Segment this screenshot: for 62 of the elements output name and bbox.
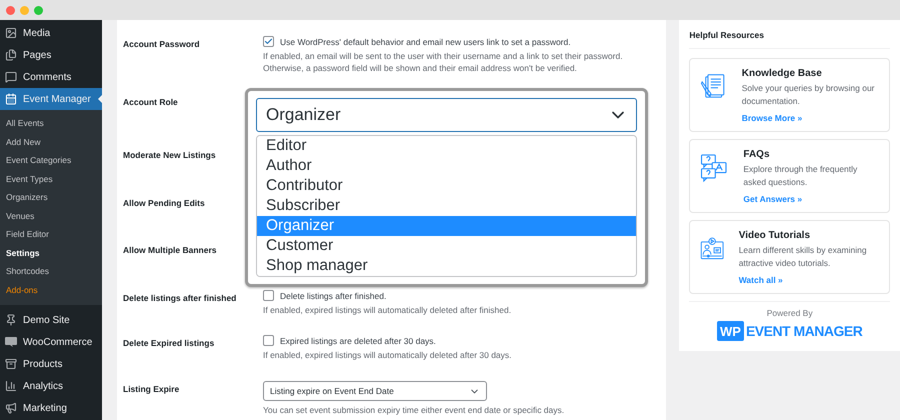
submenu-item[interactable]: Venues bbox=[0, 206, 102, 225]
panel-title: Helpful Resources bbox=[689, 20, 890, 49]
megaphone-icon bbox=[5, 402, 17, 414]
setting-label: Allow Pending Edits bbox=[123, 197, 206, 210]
card-text: Solve your queries by browsing our documentation. bbox=[742, 82, 876, 107]
checkbox[interactable] bbox=[263, 36, 274, 47]
checkbox-label: Delete listings after finished. bbox=[280, 290, 386, 300]
maximize-window-button[interactable] bbox=[34, 6, 43, 14]
powered-by-text: Powered By bbox=[766, 308, 813, 318]
media-icon bbox=[5, 27, 17, 39]
submenu-item[interactable]: Event Types bbox=[0, 170, 102, 188]
expire-select[interactable]: Listing expire on Event End Date bbox=[263, 381, 487, 401]
card-text: Learn different skills by examining attractive video tutorials. bbox=[738, 244, 868, 269]
sidebar-item[interactable]: Event Manager bbox=[0, 88, 102, 110]
sidebar-item[interactable]: WooCommerce bbox=[0, 331, 102, 353]
sidebar-item[interactable]: Products bbox=[0, 353, 102, 375]
checkbox-label: Use WordPress' default behavior and email new users link to set a password. bbox=[280, 36, 571, 46]
setting-description: If enabled, expired listings will automatically deleted after 30 days. bbox=[263, 349, 513, 361]
setting-description: If enabled, an email will be sent to the user with their username and a link to set their password. Otherwise, a password field will be shown and their email address won't be verified. bbox=[263, 50, 624, 74]
archive-icon bbox=[5, 358, 17, 370]
speech-bubble-icon bbox=[5, 337, 17, 347]
submenu-item[interactable]: Add New bbox=[0, 132, 102, 151]
submenu-item[interactable]: Event Categories bbox=[0, 151, 102, 170]
card-title: Knowledge Base bbox=[742, 68, 823, 79]
dropdown-option[interactable]: Shop manager bbox=[257, 256, 636, 276]
checkbox-label: Expired listings are deleted after 30 days. bbox=[280, 336, 436, 346]
current-marker-icon bbox=[98, 95, 102, 103]
sidebar-item[interactable]: Comments bbox=[0, 66, 102, 88]
logo-text: EVENT MANAGER bbox=[746, 323, 862, 339]
submenu-item[interactable]: Organizers bbox=[0, 188, 102, 206]
setting-label: Listing Expire bbox=[123, 383, 180, 396]
pin-icon bbox=[5, 314, 17, 326]
card-title: Video Tutorials bbox=[738, 230, 812, 241]
card-text: Explore through the frequently asked questions. bbox=[743, 163, 858, 188]
calendar-icon bbox=[5, 93, 17, 105]
sidebar-item[interactable]: Pages bbox=[0, 44, 102, 66]
setting-label: Allow Multiple Banners bbox=[123, 244, 218, 257]
card-title: FAQs bbox=[743, 149, 771, 160]
submenu-item[interactable]: Add-ons bbox=[0, 280, 102, 299]
submenu-item[interactable]: All Events bbox=[0, 114, 102, 132]
sidebar-item[interactable]: Media bbox=[0, 22, 102, 44]
submenu-item[interactable]: Settings bbox=[0, 244, 102, 262]
submenu-item[interactable]: Shortcodes bbox=[0, 262, 102, 280]
setting-label: Delete Expired listings bbox=[123, 337, 216, 350]
logo-badge: WP bbox=[716, 321, 744, 341]
sidebar-item[interactable]: Analytics bbox=[0, 375, 102, 397]
setting-label: Delete listings after finished bbox=[123, 292, 238, 305]
setting-description: You can set event submission expiry time either event end date or specific days. bbox=[263, 404, 566, 416]
setting-label: Account Password bbox=[123, 38, 201, 51]
checkbox[interactable] bbox=[263, 335, 274, 346]
sidebar-item[interactable]: Demo Site bbox=[0, 309, 102, 331]
checkbox[interactable] bbox=[263, 290, 274, 301]
setting-label: Account Role bbox=[123, 96, 179, 109]
setting-label: Moderate New Listings bbox=[123, 149, 217, 162]
submenu-item[interactable]: Field Editor bbox=[0, 225, 102, 244]
sidebar-item[interactable]: Marketing bbox=[0, 397, 102, 419]
close-window-button[interactable] bbox=[6, 6, 15, 14]
comment-icon bbox=[5, 71, 17, 83]
setting-description: If enabled, expired listings will automatically deleted after finished. bbox=[263, 304, 512, 316]
pages-icon bbox=[5, 49, 17, 61]
role-select[interactable]: Organizer bbox=[256, 98, 637, 132]
bar-chart-icon bbox=[5, 380, 17, 392]
